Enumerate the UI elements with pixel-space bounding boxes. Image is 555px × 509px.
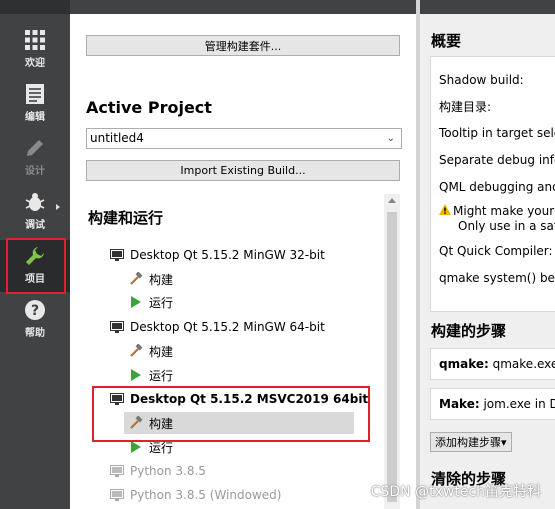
kit-row-mingw64[interactable]: Desktop Qt 5.15.2 MinGW 64-bit [108, 316, 325, 338]
active-project-heading: Active Project [86, 98, 212, 117]
run-item[interactable]: 运行 [127, 364, 173, 386]
sidebar-item-label: 编辑 [25, 112, 45, 123]
hammer-icon [127, 271, 145, 287]
kit-row-python-windowed[interactable]: Python 3.8.5 (Windowed) [108, 484, 281, 506]
watermark-text: CSDN @txwtech笛克特科 [370, 484, 541, 500]
sidebar-item-label: 欢迎 [25, 58, 45, 69]
highlight-annotation-box [6, 238, 66, 294]
run-item[interactable]: 运行 [127, 291, 173, 313]
build-item[interactable]: 构建 [127, 340, 173, 362]
warning-text: Might make your [453, 204, 555, 218]
monitor-icon [108, 463, 126, 479]
monitor-icon [108, 247, 126, 263]
sidebar-item-debug[interactable]: 调试 [0, 186, 70, 238]
build-item[interactable]: 构建 [127, 268, 173, 290]
build-steps-heading: 构建的步骤 [431, 322, 507, 340]
bug-icon [23, 190, 47, 214]
grid-icon [23, 28, 47, 52]
build-settings-panel: 概要 Shadow build: 构建目录: Tooltip in target… [420, 14, 555, 509]
svg-text:?: ? [31, 303, 39, 319]
sidebar-item-design[interactable]: 设计 [0, 132, 70, 184]
qmake-step-value: qmake.exe [492, 357, 555, 371]
sidebar-item-label: 设计 [25, 166, 45, 177]
kit-label: Python 3.8.5 (Windowed) [130, 488, 282, 502]
warning-text-cont: Only use in a safe [458, 219, 555, 233]
make-step-value: jom.exe in D: [483, 397, 555, 411]
build-label: 构建 [149, 344, 174, 359]
help-icon: ? [23, 298, 47, 322]
import-existing-build-button[interactable]: Import Existing Build... [86, 160, 400, 181]
kit-label: Python 3.8.5 [130, 464, 206, 478]
overview-line: Shadow build: [439, 73, 524, 87]
qmake-step: qmake: qmake.exe [439, 357, 555, 371]
sidebar-item-welcome[interactable]: 欢迎 [0, 24, 70, 76]
right-panel-header [420, 0, 555, 14]
kit-label: Desktop Qt 5.15.2 MinGW 64-bit [130, 320, 325, 334]
run-label: 运行 [149, 295, 174, 310]
manage-kits-button[interactable]: 管理构建套件... [86, 35, 400, 56]
warning-icon [439, 204, 453, 218]
targets-scrollbar[interactable] [384, 194, 400, 509]
kit-row-python[interactable]: Python 3.8.5 [108, 460, 206, 482]
sidebar-item-help[interactable]: ? 帮助 [0, 294, 70, 346]
project-select[interactable]: untitled4 ⌄ [86, 128, 402, 149]
monitor-icon [108, 487, 126, 503]
play-icon [127, 294, 145, 310]
submenu-arrow-icon [56, 204, 60, 210]
chevron-down-icon: ⌄ [386, 133, 395, 144]
kit-label: Desktop Qt 5.15.2 MinGW 32-bit [130, 248, 325, 262]
middle-panel-header [70, 0, 416, 14]
document-icon [23, 82, 47, 106]
overview-card: Shadow build: 构建目录: Tooltip in target se… [430, 56, 555, 312]
overview-line: Tooltip in target sele [439, 126, 555, 140]
make-step: Make: jom.exe in D: [439, 397, 555, 411]
add-build-step-button[interactable]: 添加构建步骤▾ [430, 432, 512, 452]
play-icon [127, 367, 145, 383]
scroll-up-icon[interactable] [388, 198, 396, 203]
overview-line: Qt Quick Compiler: [439, 244, 553, 258]
highlight-annotation-box [92, 386, 370, 442]
overview-line: QML debugging and [439, 180, 555, 194]
overview-heading: 概要 [431, 32, 462, 50]
build-label: 构建 [149, 272, 174, 287]
sidebar-item-label: 调试 [25, 220, 45, 231]
sidebar-item-edit[interactable]: 编辑 [0, 78, 70, 130]
overview-line: Separate debug info [439, 153, 555, 167]
make-step-card[interactable]: Make: jom.exe in D: [430, 388, 555, 420]
make-step-label: Make: [439, 397, 480, 411]
scrollbar-thumb[interactable] [387, 212, 397, 502]
warning-line: Might make your [439, 204, 554, 218]
overview-line: 构建目录: [439, 100, 492, 114]
run-label: 运行 [149, 368, 174, 383]
sidebar-top-strip [0, 0, 70, 14]
qmake-step-card[interactable]: qmake: qmake.exe [430, 348, 555, 380]
sidebar-item-label: 帮助 [25, 328, 45, 339]
overview-line: qmake system() beh [439, 271, 555, 285]
monitor-icon [108, 319, 126, 335]
hammer-icon [127, 343, 145, 359]
qmake-step-label: qmake: [439, 357, 489, 371]
pencil-icon [23, 136, 47, 160]
project-select-value: untitled4 [90, 131, 144, 145]
build-run-heading: 构建和运行 [88, 209, 164, 227]
kit-row-mingw32[interactable]: Desktop Qt 5.15.2 MinGW 32-bit [108, 244, 325, 266]
